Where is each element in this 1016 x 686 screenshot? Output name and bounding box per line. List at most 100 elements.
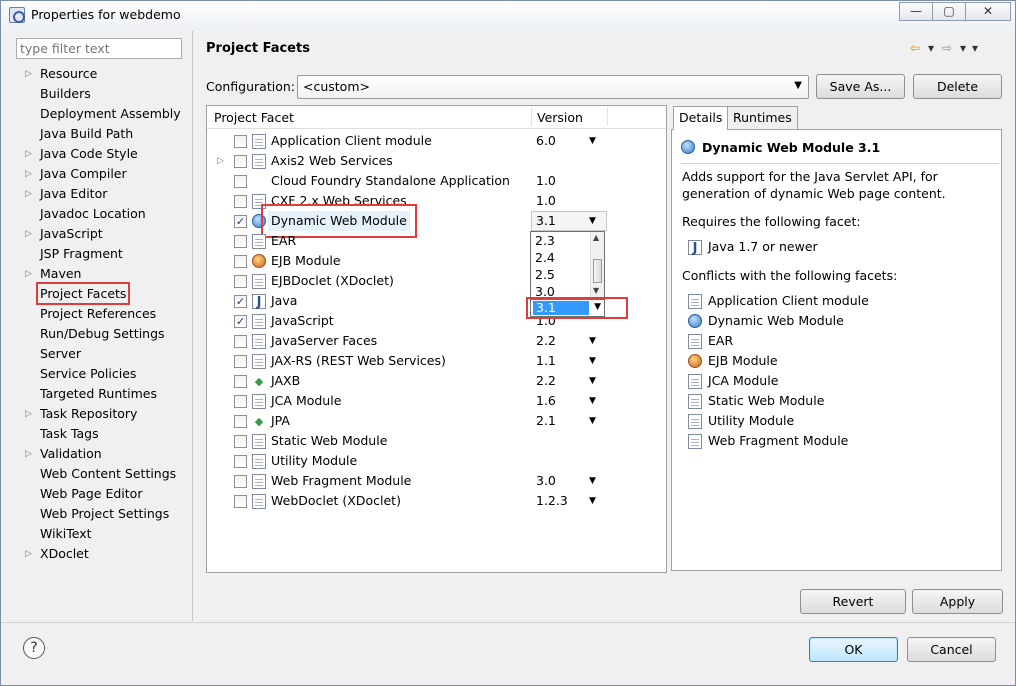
facet-checkbox[interactable] — [234, 135, 247, 148]
column-separator[interactable] — [531, 108, 532, 126]
close-button[interactable]: ✕ — [965, 2, 1011, 21]
sidebar-item-project-references[interactable]: Project References — [9, 304, 192, 324]
facet-checkbox[interactable] — [234, 155, 247, 168]
sidebar-item-builders[interactable]: Builders — [9, 84, 192, 104]
table-row[interactable]: WebDoclet (XDoclet) 1.2.3 ▼ — [207, 491, 666, 511]
save-as-button[interactable]: Save As... — [816, 74, 905, 99]
facet-version[interactable]: 3.0 — [536, 471, 556, 491]
facet-checkbox[interactable] — [234, 335, 247, 348]
table-row[interactable]: ✓ Dynamic Web Module 3.1 ▼ — [207, 204, 666, 238]
facet-checkbox[interactable] — [234, 475, 247, 488]
facet-checkbox[interactable] — [234, 435, 247, 448]
table-row[interactable]: Utility Module — [207, 451, 666, 471]
table-row[interactable]: ◆ JPA 2.1 ▼ — [207, 411, 666, 431]
chevron-down-icon[interactable]: ▼ — [589, 391, 596, 411]
table-row[interactable]: ◆ JAXB 2.2 ▼ — [207, 371, 666, 391]
facet-checkbox[interactable] — [234, 235, 247, 248]
scrollbar-thumb[interactable] — [593, 259, 602, 283]
ok-button[interactable]: OK — [809, 637, 898, 662]
revert-button[interactable]: Revert — [800, 589, 906, 614]
column-header-version[interactable]: Version — [537, 110, 583, 125]
sidebar-item-maven[interactable]: ▷ Maven — [9, 264, 192, 284]
facet-version[interactable]: 2.2 — [536, 331, 556, 351]
sidebar-item-jsp-fragment[interactable]: JSP Fragment — [9, 244, 192, 264]
chevron-down-icon[interactable]: ▼ — [589, 411, 596, 431]
facet-version[interactable]: 1.1 — [536, 351, 556, 371]
sidebar-item-java-compiler[interactable]: ▷ Java Compiler — [9, 164, 192, 184]
back-history-dropdown-icon[interactable]: ▾ — [925, 41, 937, 55]
expand-arrow-icon[interactable]: ▷ — [217, 151, 224, 171]
table-row[interactable]: Cloud Foundry Standalone Application 1.0 — [207, 171, 666, 191]
sidebar-item-validation[interactable]: ▷ Validation — [9, 444, 192, 464]
version-list-scrollbar[interactable]: ▲ ▼ — [590, 232, 604, 298]
tab-details[interactable]: Details — [673, 106, 729, 130]
sidebar-item-wikitext[interactable]: WikiText — [9, 524, 192, 544]
configuration-select[interactable]: <custom> ▼ — [297, 75, 809, 99]
facet-version[interactable]: 2.2 — [536, 371, 556, 391]
expand-arrow-icon[interactable]: ▷ — [25, 264, 32, 284]
expand-arrow-icon[interactable]: ▷ — [25, 444, 32, 464]
pane-divider[interactable] — [192, 31, 193, 621]
expand-arrow-icon[interactable]: ▷ — [25, 164, 32, 184]
expand-arrow-icon[interactable]: ▷ — [25, 144, 32, 164]
table-row[interactable]: JavaServer Faces 2.2 ▼ — [207, 331, 666, 351]
help-icon[interactable]: ? — [23, 637, 45, 659]
sidebar-item-web-content-settings[interactable]: Web Content Settings — [9, 464, 192, 484]
facet-checkbox[interactable] — [234, 255, 247, 268]
sidebar-item-xdoclet[interactable]: ▷ XDoclet — [9, 544, 192, 564]
maximize-button[interactable]: ▢ — [932, 2, 966, 21]
facet-checkbox[interactable] — [234, 375, 247, 388]
facet-checkbox[interactable] — [234, 395, 247, 408]
sidebar-item-targeted-runtimes[interactable]: Targeted Runtimes — [9, 384, 192, 404]
sidebar-item-java-editor[interactable]: ▷ Java Editor — [9, 184, 192, 204]
tab-runtimes[interactable]: Runtimes — [727, 106, 798, 129]
scroll-down-icon[interactable]: ▼ — [593, 286, 599, 295]
filter-input[interactable] — [16, 38, 182, 59]
chevron-down-icon[interactable]: ▼ — [589, 471, 596, 491]
table-row[interactable]: JCA Module 1.6 ▼ — [207, 391, 666, 411]
sidebar-item-server[interactable]: Server — [9, 344, 192, 364]
scroll-up-icon[interactable]: ▲ — [593, 233, 599, 242]
sidebar-item-resource[interactable]: ▷ Resource — [9, 64, 192, 84]
facet-version[interactable]: 6.0 — [536, 131, 556, 151]
facet-checkbox[interactable] — [234, 355, 247, 368]
version-option[interactable]: 2.3 — [535, 232, 555, 249]
facet-checkbox[interactable] — [234, 415, 247, 428]
sidebar-item-task-tags[interactable]: Task Tags — [9, 424, 192, 444]
table-row[interactable]: JAX-RS (REST Web Services) 1.1 ▼ — [207, 351, 666, 371]
sidebar-item-deployment-assembly[interactable]: Deployment Assembly — [9, 104, 192, 124]
sidebar-item-project-facets[interactable]: Project Facets — [9, 282, 192, 305]
back-arrow-icon[interactable]: ⇦ — [905, 41, 925, 55]
chevron-down-icon[interactable]: ▼ — [589, 211, 596, 231]
column-separator[interactable] — [607, 108, 608, 126]
expand-arrow-icon[interactable]: ▷ — [25, 224, 32, 244]
sidebar-item-service-policies[interactable]: Service Policies — [9, 364, 192, 384]
apply-button[interactable]: Apply — [912, 589, 1003, 614]
expand-arrow-icon[interactable]: ▷ — [25, 404, 32, 424]
chevron-down-icon[interactable]: ▼ — [589, 331, 596, 351]
facet-checkbox[interactable] — [234, 495, 247, 508]
sidebar-item-javadoc-location[interactable]: Javadoc Location — [9, 204, 192, 224]
chevron-down-icon[interactable]: ▼ — [589, 371, 596, 391]
table-row[interactable]: CXF 2.x Web Services 1.0 — [207, 191, 666, 211]
facet-version[interactable]: 2.1 — [536, 411, 556, 431]
sidebar-item-task-repository[interactable]: ▷ Task Repository — [9, 404, 192, 424]
chevron-down-icon[interactable]: ▼ — [589, 351, 596, 371]
forward-history-dropdown-icon[interactable]: ▾ — [957, 41, 969, 55]
facet-version[interactable]: 1.6 — [536, 391, 556, 411]
facet-checkbox[interactable] — [234, 455, 247, 468]
sidebar-item-web-page-editor[interactable]: Web Page Editor — [9, 484, 192, 504]
facet-version[interactable]: 1.2.3 — [536, 491, 568, 511]
facet-checkbox[interactable] — [234, 195, 247, 208]
sidebar-item-web-project-settings[interactable]: Web Project Settings — [9, 504, 192, 524]
sidebar-item-java-build-path[interactable]: Java Build Path — [9, 124, 192, 144]
sidebar-item-javascript[interactable]: ▷ JavaScript — [9, 224, 192, 244]
sidebar-item-java-code-style[interactable]: ▷ Java Code Style — [9, 144, 192, 164]
facet-checkbox[interactable]: ✓ — [234, 215, 247, 228]
view-menu-icon[interactable]: ▾ — [969, 41, 981, 55]
sidebar-item-run-debug-settings[interactable]: Run/Debug Settings — [9, 324, 192, 344]
forward-arrow-icon[interactable]: ⇨ — [937, 41, 957, 55]
column-header-project-facet[interactable]: Project Facet — [214, 110, 294, 125]
table-row[interactable]: Web Fragment Module 3.0 ▼ — [207, 471, 666, 491]
version-option[interactable]: 2.5 — [535, 266, 555, 283]
